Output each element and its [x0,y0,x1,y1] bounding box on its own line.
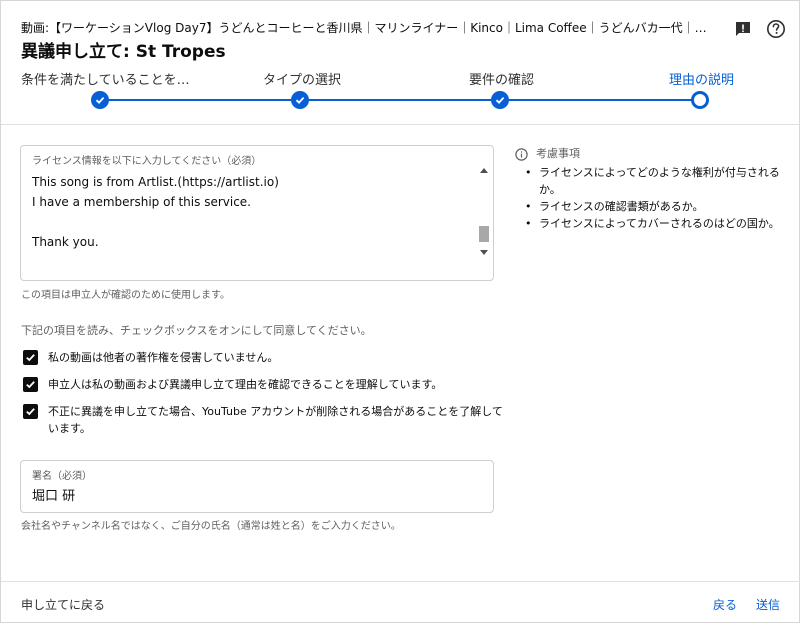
dispute-dialog: 動画:【ワーケーションVlog Day7】うどんとコーヒーと香川県｜マリンライナ… [0,0,800,623]
license-field-label: ライセンス情報を以下に入力してください（必須） [32,156,262,167]
step-1-check-icon [91,91,109,109]
step-3-label: 要件の確認 [469,73,535,88]
dialog-footer: 申し立てに戻る 戻る 送信 [1,581,800,623]
dialog-header: 動画:【ワーケーションVlog Day7】うどんとコーヒーと香川県｜マリンライナ… [1,1,800,125]
license-info-field[interactable]: ライセンス情報を以下に入力してください（必須） This song is fro… [20,145,494,281]
help-icon[interactable] [765,18,787,40]
submit-button[interactable]: 送信 [756,596,780,613]
back-button[interactable]: 戻る [713,596,737,613]
info-icon [515,146,528,161]
agreement-label-3: 不正に異議を申し立てた場合、YouTube アカウントが削除される場合があること… [48,405,503,435]
agreement-row-3[interactable]: 不正に異議を申し立てた場合、YouTube アカウントが削除される場合があること… [23,403,503,437]
signature-input[interactable]: 堀口 研 [32,485,75,504]
feedback-icon[interactable] [732,18,754,40]
license-textarea[interactable]: This song is from Artlist.(https://artli… [32,172,472,252]
agreement-label-1: 私の動画は他者の著作権を侵害していません。 [48,351,279,364]
step-3-check-icon [491,91,509,109]
step-4-label: 理由の説明 [669,73,735,88]
step-2-check-icon [291,91,309,109]
back-to-dispute-button[interactable]: 申し立てに戻る [21,596,105,613]
scroll-down-arrow-icon[interactable] [480,250,488,255]
step-4-current-icon [691,91,709,109]
dialog-title: 異議申し立て: St Tropes [21,42,226,62]
consideration-item: ライセンスによってどのような権利が付与されるか。 [525,164,787,198]
agreement-intro: 下記の項目を読み、チェックボックスをオンにして同意してください。 [21,324,372,337]
signature-helper-text: 会社名やチャンネル名ではなく、ご自分の氏名（通常は姓と名）をご入力ください。 [21,521,401,532]
license-helper-text: この項目は申立人が確認のために使用します。 [21,290,230,301]
agreement-row-2[interactable]: 申立人は私の動画および異議申し立て理由を確認できることを理解しています。 [23,376,503,393]
agreement-checkbox-3[interactable] [23,404,38,419]
agreement-label-2: 申立人は私の動画および異議申し立て理由を確認できることを理解しています。 [48,378,443,391]
scroll-thumb[interactable] [479,226,489,242]
agreement-row-1[interactable]: 私の動画は他者の著作権を侵害していません。 [23,349,503,366]
step-2-label: タイプの選択 [263,73,342,88]
signature-field-label: 署名（必須） [32,471,92,482]
stepper: 条件を満たしていることを… タイプの選択 要件の確認 理由の説明 [1,63,800,113]
scroll-up-arrow-icon[interactable] [480,168,488,173]
considerations-title: 考慮事項 [536,147,580,160]
consideration-item: ライセンスの確認書類があるか。 [525,198,787,215]
stepper-line [100,99,700,101]
considerations-list: ライセンスによってどのような権利が付与されるか。 ライセンスの確認書類があるか。… [525,164,787,232]
agreement-checkbox-1[interactable] [23,350,38,365]
agreement-checkbox-2[interactable] [23,377,38,392]
step-1-label: 条件を満たしていることを… [21,73,190,88]
license-scrollbar[interactable] [477,166,491,258]
video-title: 動画:【ワーケーションVlog Day7】うどんとコーヒーと香川県｜マリンライナ… [21,21,711,35]
signature-field[interactable]: 署名（必須） 堀口 研 [20,460,494,513]
consideration-item: ライセンスによってカバーされるのはどの国か。 [525,215,787,232]
